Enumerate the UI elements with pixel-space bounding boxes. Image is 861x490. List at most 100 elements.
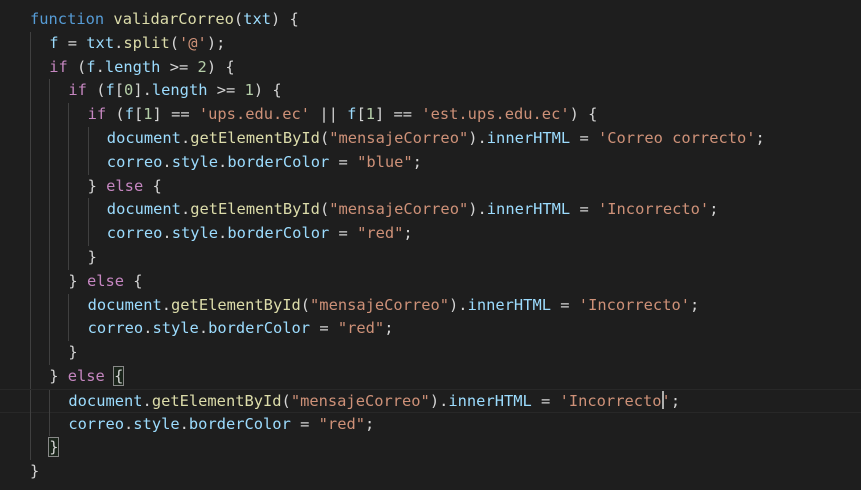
code-line[interactable]: function validarCorreo(txt) { xyxy=(0,8,861,32)
code-token: else xyxy=(106,176,144,195)
code-text: function validarCorreo(txt) { xyxy=(30,8,299,32)
code-token: "mensajeCorreo" xyxy=(329,200,469,219)
code-text: } else { xyxy=(68,270,142,294)
code-token: "red" xyxy=(357,224,404,243)
code-editor[interactable]: function validarCorreo(txt) {f = txt.spl… xyxy=(0,0,861,490)
code-token: || xyxy=(310,105,348,124)
indent-guide xyxy=(49,174,51,199)
code-token: ) { xyxy=(569,105,598,124)
code-token: ; xyxy=(670,391,681,410)
code-text: } xyxy=(88,246,97,270)
code-line[interactable]: correo.style.borderColor = "blue"; xyxy=(0,150,861,175)
code-token: >= xyxy=(207,81,245,100)
indent-guide xyxy=(30,246,31,270)
code-token: = xyxy=(329,152,358,171)
code-line[interactable]: if (f[0].length >= 1) { xyxy=(0,79,861,104)
indent-guide xyxy=(68,103,70,127)
code-token: correo xyxy=(106,152,163,171)
code-token: ; xyxy=(755,129,765,147)
code-token: document xyxy=(87,295,162,314)
indent-guide xyxy=(68,222,70,246)
code-token: = xyxy=(531,391,560,410)
code-text: if (f[1] == 'ups.edu.ec' || f[1] == 'est… xyxy=(88,103,598,127)
code-token: [ xyxy=(114,81,125,100)
code-token: 1 xyxy=(365,105,375,124)
code-token: [ xyxy=(133,105,144,124)
code-line[interactable]: if (f.length >= 2) { xyxy=(0,55,861,80)
code-token: ( xyxy=(233,10,244,28)
indent-guide xyxy=(49,246,51,270)
indent-guide xyxy=(30,31,31,56)
code-line[interactable]: } xyxy=(0,436,861,461)
code-line[interactable]: } else { xyxy=(0,365,861,389)
code-token: ( xyxy=(67,57,87,76)
code-line[interactable]: document.getElementById("mensajeCorreo")… xyxy=(0,388,861,414)
code-token: style xyxy=(171,224,219,243)
code-line[interactable]: document.getElementById("mensajeCorreo")… xyxy=(0,127,861,151)
indent-guide xyxy=(87,222,89,246)
code-token: [ xyxy=(356,105,366,124)
indent-guide xyxy=(30,365,31,389)
indent-guide xyxy=(49,341,51,365)
code-line[interactable]: f = txt.split('@'); xyxy=(0,31,861,56)
code-line[interactable]: } xyxy=(0,341,861,365)
indent-guide xyxy=(49,269,51,294)
code-token: ( xyxy=(106,105,125,124)
code-text: document.getElementById("mensajeCorreo")… xyxy=(88,294,700,318)
code-token: ' xyxy=(661,391,671,410)
code-line[interactable]: } xyxy=(0,460,861,484)
code-token: ; xyxy=(365,414,375,433)
code-token: ] == xyxy=(375,105,422,124)
code-token: ). xyxy=(429,391,449,410)
code-token: ; xyxy=(709,200,719,219)
code-token: length xyxy=(104,57,161,76)
code-line[interactable]: document.getElementById("mensajeCorreo")… xyxy=(0,293,861,318)
code-line[interactable]: correo.style.borderColor = "red"; xyxy=(0,317,861,342)
code-token: ; xyxy=(403,224,413,243)
indent-guide xyxy=(68,127,70,151)
code-token: = xyxy=(290,414,319,433)
code-token: 'Incorrecto' xyxy=(578,295,690,314)
indent-guide xyxy=(30,389,31,414)
indent-guide xyxy=(49,150,51,175)
indent-guide xyxy=(30,55,31,80)
code-token: style xyxy=(152,319,199,338)
indent-guide xyxy=(49,293,51,318)
code-token: 0 xyxy=(124,81,134,100)
code-token: { xyxy=(124,271,143,290)
code-text: correo.style.borderColor = "blue"; xyxy=(107,151,422,175)
code-token: } xyxy=(68,343,78,362)
code-token: else xyxy=(67,367,105,385)
code-token: document xyxy=(68,391,143,410)
code-token: . xyxy=(162,152,172,171)
code-token: } xyxy=(87,248,97,266)
code-token: correo xyxy=(106,224,163,243)
code-token: borderColor xyxy=(188,414,291,433)
indent-guide xyxy=(68,150,70,175)
code-token: if xyxy=(68,81,87,100)
indent-guide xyxy=(30,341,31,365)
code-line[interactable]: correo.style.borderColor = "red"; xyxy=(0,412,861,437)
code-text: if (f[0].length >= 1) { xyxy=(68,79,281,103)
code-token: f xyxy=(105,81,115,100)
code-token: 1 xyxy=(143,105,153,124)
code-token: ( xyxy=(281,391,291,410)
code-line[interactable]: document.getElementById("mensajeCorreo")… xyxy=(0,198,861,223)
code-line[interactable]: } xyxy=(0,246,861,270)
code-token: "red" xyxy=(337,319,385,338)
code-line[interactable]: } else { xyxy=(0,174,861,199)
indent-guide xyxy=(49,389,51,414)
code-token: borderColor xyxy=(227,224,330,243)
indent-guide xyxy=(49,222,51,246)
code-token: . xyxy=(180,200,191,219)
code-token: ( xyxy=(86,81,106,100)
code-token: } xyxy=(68,271,87,290)
code-token: ) { xyxy=(206,57,235,76)
code-token: if xyxy=(49,57,68,76)
indent-guide xyxy=(30,150,31,175)
code-line[interactable]: } else { xyxy=(0,269,861,294)
code-token: = xyxy=(550,295,579,314)
code-token: 1 xyxy=(244,81,254,100)
code-line[interactable]: correo.style.borderColor = "red"; xyxy=(0,222,861,246)
code-line[interactable]: if (f[1] == 'ups.edu.ec' || f[1] == 'est… xyxy=(0,103,861,127)
